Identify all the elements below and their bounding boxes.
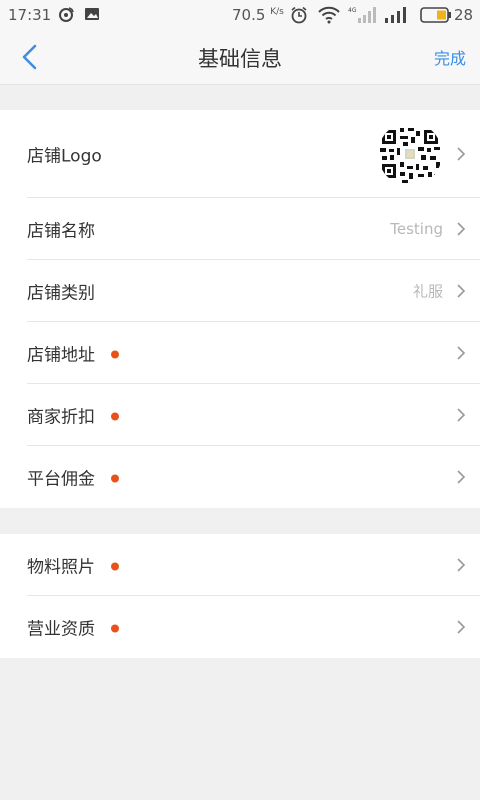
store-info-section: 店铺Logo 店铺名称 Testing 店铺类别 礼服 店铺地址 商家折扣 平台…	[0, 110, 480, 508]
store-category-value: 礼服	[412, 282, 443, 301]
signal-4g-icon: 4G	[348, 7, 376, 23]
merchant-discount-label: 商家折扣	[27, 403, 119, 428]
battery-icon	[420, 7, 451, 23]
signal-icon	[385, 7, 406, 23]
chevron-right-icon	[457, 620, 466, 634]
svg-text:4G: 4G	[348, 7, 357, 14]
store-address-label: 店铺地址	[27, 341, 119, 366]
business-license-label: 营业资质	[27, 615, 119, 640]
store-name-label: 店铺名称	[27, 221, 95, 242]
image-notification-icon	[85, 8, 99, 20]
chevron-right-icon	[457, 470, 466, 484]
chevron-right-icon	[457, 284, 466, 298]
done-button[interactable]: 完成	[434, 45, 466, 69]
store-logo-label: 店铺Logo	[27, 146, 102, 167]
platform-commission-row[interactable]: 平台佣金	[0, 446, 480, 508]
required-dot	[111, 412, 119, 421]
required-dot	[111, 562, 119, 571]
store-name-row[interactable]: 店铺名称 Testing	[0, 198, 480, 260]
chevron-right-icon	[457, 147, 466, 161]
store-logo-image	[378, 122, 442, 186]
store-address-row[interactable]: 店铺地址	[0, 322, 480, 384]
weibo-icon	[59, 7, 74, 22]
store-category-row[interactable]: 店铺类别 礼服	[0, 260, 480, 322]
page-title: 基础信息	[198, 47, 282, 71]
material-photos-row[interactable]: 物料照片	[0, 534, 480, 596]
network-speed: 70.5 K/s	[232, 6, 284, 24]
business-license-row[interactable]: 营业资质	[0, 596, 480, 658]
status-bar: 17:31 70.5 K/s 4G 28	[0, 0, 480, 30]
chevron-right-icon	[457, 408, 466, 422]
chevron-right-icon	[457, 558, 466, 572]
merchant-discount-row[interactable]: 商家折扣	[0, 384, 480, 446]
alarm-icon	[291, 6, 307, 24]
chevron-right-icon	[457, 222, 466, 236]
required-dot	[111, 624, 119, 633]
battery-percent: 28	[454, 6, 474, 24]
wifi-icon	[318, 6, 340, 24]
store-logo-row[interactable]: 店铺Logo	[0, 110, 480, 198]
material-photos-label: 物料照片	[27, 553, 119, 578]
store-name-value: Testing	[390, 220, 443, 238]
required-dot	[111, 474, 119, 483]
qr-code-icon	[378, 122, 442, 186]
platform-commission-label: 平台佣金	[27, 465, 119, 490]
store-category-label: 店铺类别	[27, 283, 95, 304]
status-time: 17:31	[8, 6, 52, 24]
chevron-right-icon	[457, 346, 466, 360]
required-dot	[111, 350, 119, 359]
nav-bar: 基础信息 完成	[0, 30, 480, 85]
documents-section: 物料照片 营业资质	[0, 534, 480, 658]
